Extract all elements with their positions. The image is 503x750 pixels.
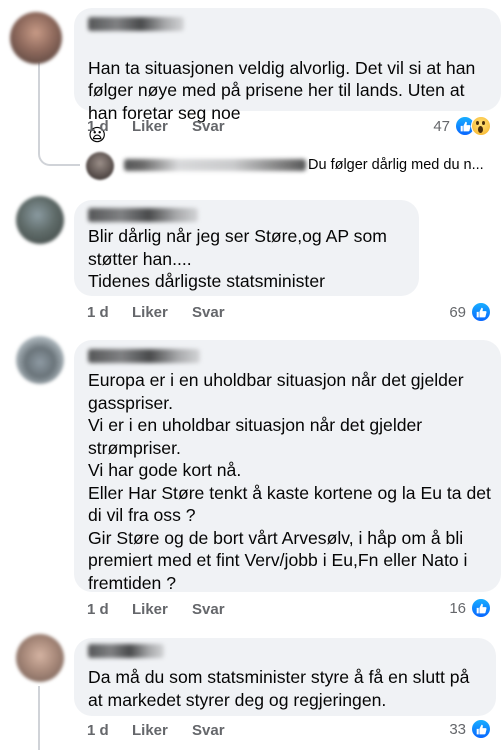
comment-time[interactable]: 1 d (87, 118, 109, 135)
comment-actions: 1 d Liker Svar (87, 601, 287, 621)
avatar[interactable] (16, 196, 64, 244)
reaction-count: 33 (449, 720, 466, 738)
like-button[interactable]: Liker (132, 601, 168, 618)
comment-text: Da må du som statsminister styre å få en… (88, 667, 470, 710)
reaction-summary[interactable]: 69 (449, 301, 491, 323)
comment-author-name[interactable] (88, 208, 198, 222)
comment-text-body: Han ta situasjonen veldig alvorlig. Det … (88, 57, 476, 123)
reply-avatar[interactable] (86, 152, 114, 180)
comment-time[interactable]: 1 d (87, 722, 109, 739)
like-icon (471, 302, 491, 322)
avatar[interactable] (16, 336, 64, 384)
reply-preview-text[interactable]: Du følger dårlig med du n... (308, 157, 484, 173)
wow-icon (471, 116, 491, 136)
comment-bubble: Han ta situasjonen veldig alvorlig. Det … (74, 8, 501, 146)
reply-button[interactable]: Svar (192, 601, 225, 618)
comment-author-name[interactable] (88, 644, 164, 658)
like-icon (471, 719, 491, 739)
reaction-summary[interactable]: 33 (449, 718, 491, 740)
comment-actions: 1 d Liker Svar (87, 304, 287, 324)
comment-actions: 1 d Liker Svar (87, 722, 287, 742)
comment-author-name[interactable] (88, 349, 200, 363)
comment-actions: 1 d Liker Svar (87, 118, 287, 138)
comment-text: Europa er i en uholdbar situasjon når de… (88, 370, 491, 593)
like-button[interactable]: Liker (132, 722, 168, 739)
thread-line (38, 686, 40, 750)
reaction-count: 16 (449, 599, 466, 617)
like-button[interactable]: Liker (132, 118, 168, 135)
comment-text: Blir dårlig når jeg ser Støre,og AP som … (88, 226, 387, 291)
reply-button[interactable]: Svar (192, 722, 225, 739)
avatar[interactable] (16, 634, 64, 682)
like-button[interactable]: Liker (132, 304, 168, 321)
reaction-summary[interactable]: 16 (449, 597, 491, 619)
reaction-count: 47 (433, 117, 450, 135)
comment-bubble: Blir dårlig når jeg ser Støre,og AP som … (74, 200, 419, 296)
comment-time[interactable]: 1 d (87, 304, 109, 321)
reply-author-name[interactable] (124, 159, 306, 171)
reaction-count: 69 (449, 303, 466, 321)
comment-bubble: Da må du som statsminister styre å få en… (74, 638, 496, 716)
reply-button[interactable]: Svar (192, 304, 225, 321)
like-icon (471, 598, 491, 618)
reply-button[interactable]: Svar (192, 118, 225, 135)
reaction-summary[interactable]: 47 (433, 115, 491, 137)
comment-bubble: Europa er i en uholdbar situasjon når de… (74, 340, 501, 593)
comment-time[interactable]: 1 d (87, 601, 109, 618)
comment-author-name[interactable] (88, 17, 184, 31)
avatar[interactable] (10, 12, 62, 64)
